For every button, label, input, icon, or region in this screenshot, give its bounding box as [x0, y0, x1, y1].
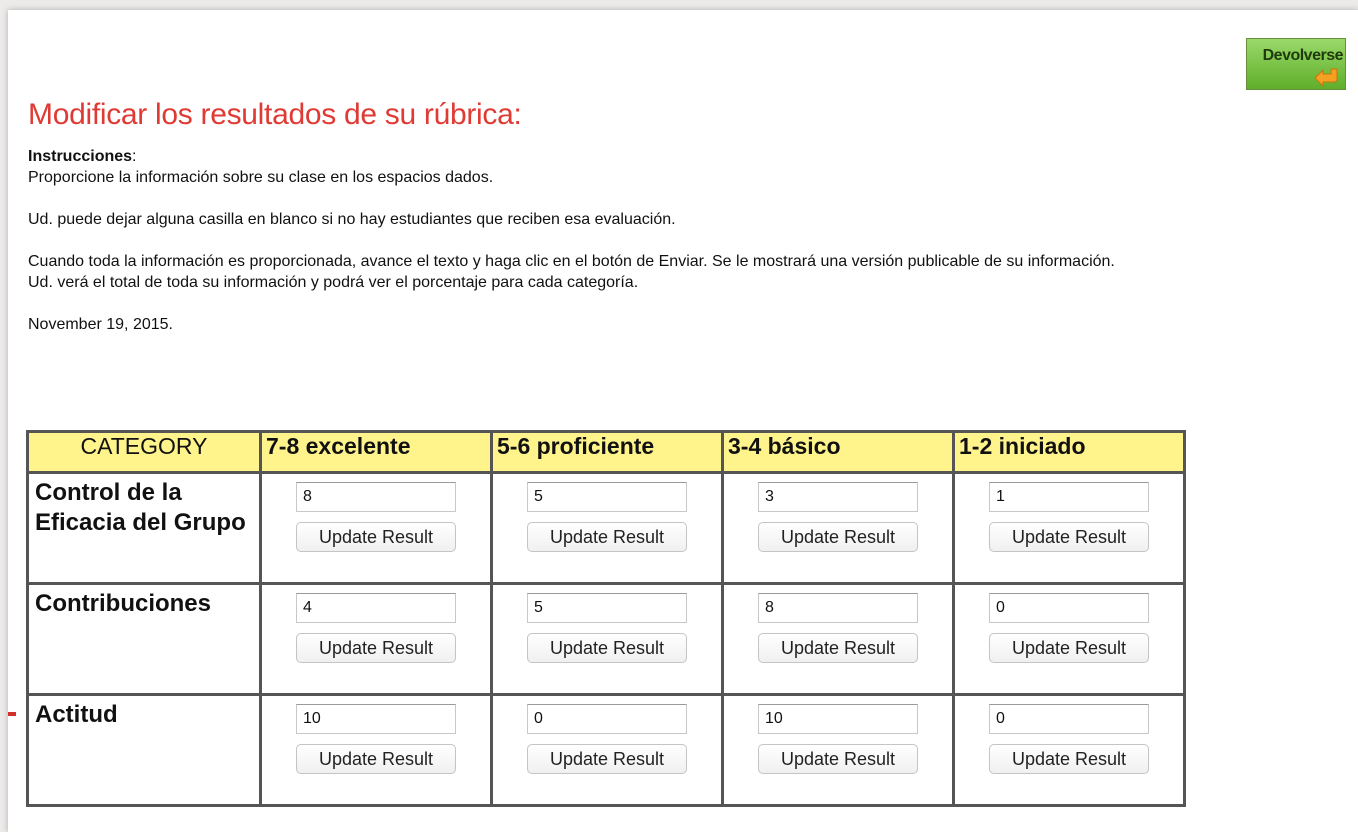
update-result-button[interactable]: Update Result: [989, 744, 1149, 774]
update-result-button[interactable]: Update Result: [758, 522, 918, 552]
score-input[interactable]: [527, 482, 687, 512]
update-result-button[interactable]: Update Result: [527, 744, 687, 774]
update-result-button[interactable]: Update Result: [758, 633, 918, 663]
row-label: Contribuciones: [26, 582, 262, 696]
update-result-button[interactable]: Update Result: [296, 522, 456, 552]
header-row: CATEGORY 7-8 excelente 5-6 proficiente 3…: [26, 430, 1186, 474]
score-cell: Update Result: [490, 693, 724, 807]
score-cell: Update Result: [490, 582, 724, 696]
arrow-left-icon: [1314, 68, 1338, 87]
score-cell: Update Result: [259, 471, 493, 585]
back-button-label: Devolverse: [1262, 47, 1344, 64]
header-category: CATEGORY: [26, 430, 262, 474]
score-input[interactable]: [296, 593, 456, 623]
instruction-line-2: Ud. puede dejar alguna casilla en blanco…: [28, 211, 676, 228]
update-result-button[interactable]: Update Result: [296, 633, 456, 663]
score-input[interactable]: [989, 593, 1149, 623]
score-cell: Update Result: [721, 471, 955, 585]
header-proficiente: 5-6 proficiente: [490, 430, 724, 474]
score-input[interactable]: [527, 593, 687, 623]
rubric-table: CATEGORY 7-8 excelente 5-6 proficiente 3…: [26, 430, 1186, 807]
score-cell: Update Result: [952, 582, 1186, 696]
instructions-heading-suffix: :: [132, 148, 137, 165]
instructions: Instrucciones: Proporcione la informació…: [28, 146, 1138, 335]
table-row: Control de la Eficacia del Grupo Update …: [26, 471, 1186, 585]
score-input[interactable]: [296, 704, 456, 734]
left-accent-mark: [8, 712, 16, 716]
header-basico: 3-4 básico: [721, 430, 955, 474]
score-cell: Update Result: [721, 582, 955, 696]
score-input[interactable]: [758, 593, 918, 623]
score-cell: Update Result: [952, 471, 1186, 585]
score-cell: Update Result: [721, 693, 955, 807]
header-iniciado: 1-2 iniciado: [952, 430, 1186, 474]
instruction-line-3: Cuando toda la información es proporcion…: [28, 253, 1115, 291]
back-button[interactable]: Devolverse: [1246, 38, 1346, 90]
update-result-button[interactable]: Update Result: [527, 522, 687, 552]
table-row: Actitud Update Result Update Result Upda…: [26, 693, 1186, 807]
page: Devolverse Modificar los resultados de s…: [8, 10, 1358, 832]
update-result-button[interactable]: Update Result: [989, 522, 1149, 552]
row-label: Actitud: [26, 693, 262, 807]
score-input[interactable]: [989, 704, 1149, 734]
update-result-button[interactable]: Update Result: [527, 633, 687, 663]
score-input[interactable]: [296, 482, 456, 512]
score-input[interactable]: [527, 704, 687, 734]
score-input[interactable]: [989, 482, 1149, 512]
instructions-heading-line: Instrucciones:: [28, 146, 1138, 167]
score-input[interactable]: [758, 704, 918, 734]
instructions-heading: Instrucciones: [28, 148, 133, 165]
score-cell: Update Result: [952, 693, 1186, 807]
table-row: Contribuciones Update Result Update Resu…: [26, 582, 1186, 696]
update-result-button[interactable]: Update Result: [758, 744, 918, 774]
update-result-button[interactable]: Update Result: [989, 633, 1149, 663]
header-excelente: 7-8 excelente: [259, 430, 493, 474]
update-result-button[interactable]: Update Result: [296, 744, 456, 774]
instruction-line-1: Proporcione la información sobre su clas…: [28, 169, 494, 186]
score-input[interactable]: [758, 482, 918, 512]
score-cell: Update Result: [490, 471, 724, 585]
page-title: Modificar los resultados de su rúbrica:: [28, 98, 522, 131]
score-cell: Update Result: [259, 582, 493, 696]
row-label: Control de la Eficacia del Grupo: [26, 471, 262, 585]
score-cell: Update Result: [259, 693, 493, 807]
date-text: November 19, 2015.: [28, 316, 173, 333]
